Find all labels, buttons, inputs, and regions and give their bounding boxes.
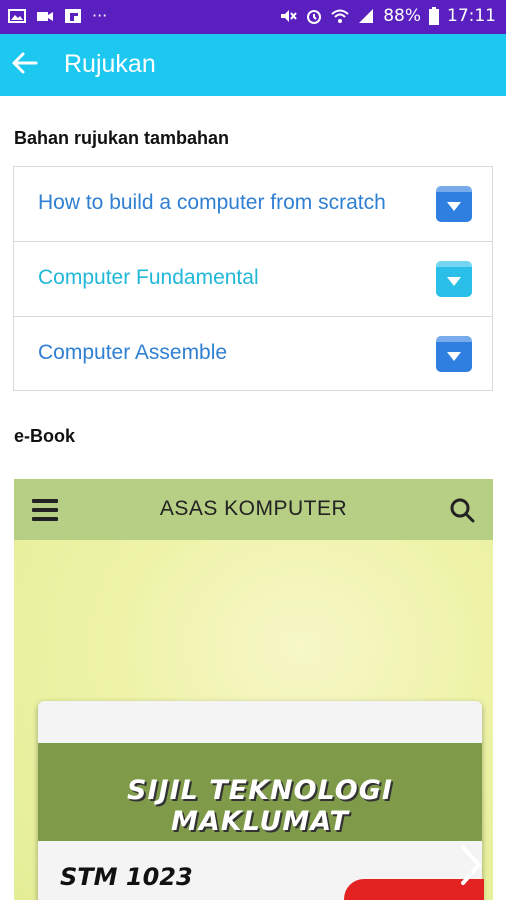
reference-label: Computer Assemble (38, 341, 228, 364)
reference-item[interactable]: Computer Fundamental (13, 241, 493, 316)
reference-label: Computer Fundamental (38, 266, 259, 289)
mute-icon (281, 10, 297, 22)
image-icon (8, 8, 26, 23)
reference-item[interactable]: How to build a computer from scratch (13, 166, 493, 241)
ebook-heading: e-Book (14, 426, 76, 446)
battery-icon (429, 7, 439, 25)
clock: 17:11 (447, 6, 496, 26)
download-icon[interactable] (436, 336, 472, 372)
ebook-title: ASAS KOMPUTER (159, 497, 348, 520)
ebook-toolbar: ASAS KOMPUTER (14, 479, 493, 540)
signal-icon (359, 9, 374, 23)
reference-list: How to build a computer from scratch Com… (13, 166, 493, 391)
ebook-viewer[interactable]: ASAS KOMPUTER SIJIL TEKNOLOGI MAKLUMAT S… (14, 479, 493, 900)
alarm-icon (307, 10, 322, 24)
video-icon (37, 11, 53, 21)
download-icon[interactable] (436, 186, 472, 222)
cover-band: SIJIL TEKNOLOGI MAKLUMAT (38, 743, 482, 841)
wifi-icon (331, 9, 349, 23)
download-icon[interactable] (436, 261, 472, 297)
search-icon[interactable] (449, 497, 475, 523)
reference-item[interactable]: Computer Assemble (13, 316, 493, 391)
cover-code: STM 1023 (60, 863, 193, 891)
status-bar: ··· 88% 17:11 (0, 0, 506, 34)
more-icon: ··· (92, 6, 108, 25)
cover-title: SIJIL TEKNOLOGI MAKLUMAT (127, 775, 393, 837)
battery-percentage: 88% (383, 6, 421, 26)
app-bar: Rujukan (0, 34, 506, 96)
flipboard-icon (65, 8, 81, 23)
chevron-right-icon[interactable] (457, 843, 485, 887)
back-arrow-icon[interactable] (10, 49, 38, 77)
reference-label: How to build a computer from scratch (38, 191, 386, 214)
page-title: Rujukan (64, 50, 156, 78)
book-cover[interactable]: SIJIL TEKNOLOGI MAKLUMAT STM 1023 (38, 701, 484, 900)
references-heading: Bahan rujukan tambahan (14, 128, 230, 148)
